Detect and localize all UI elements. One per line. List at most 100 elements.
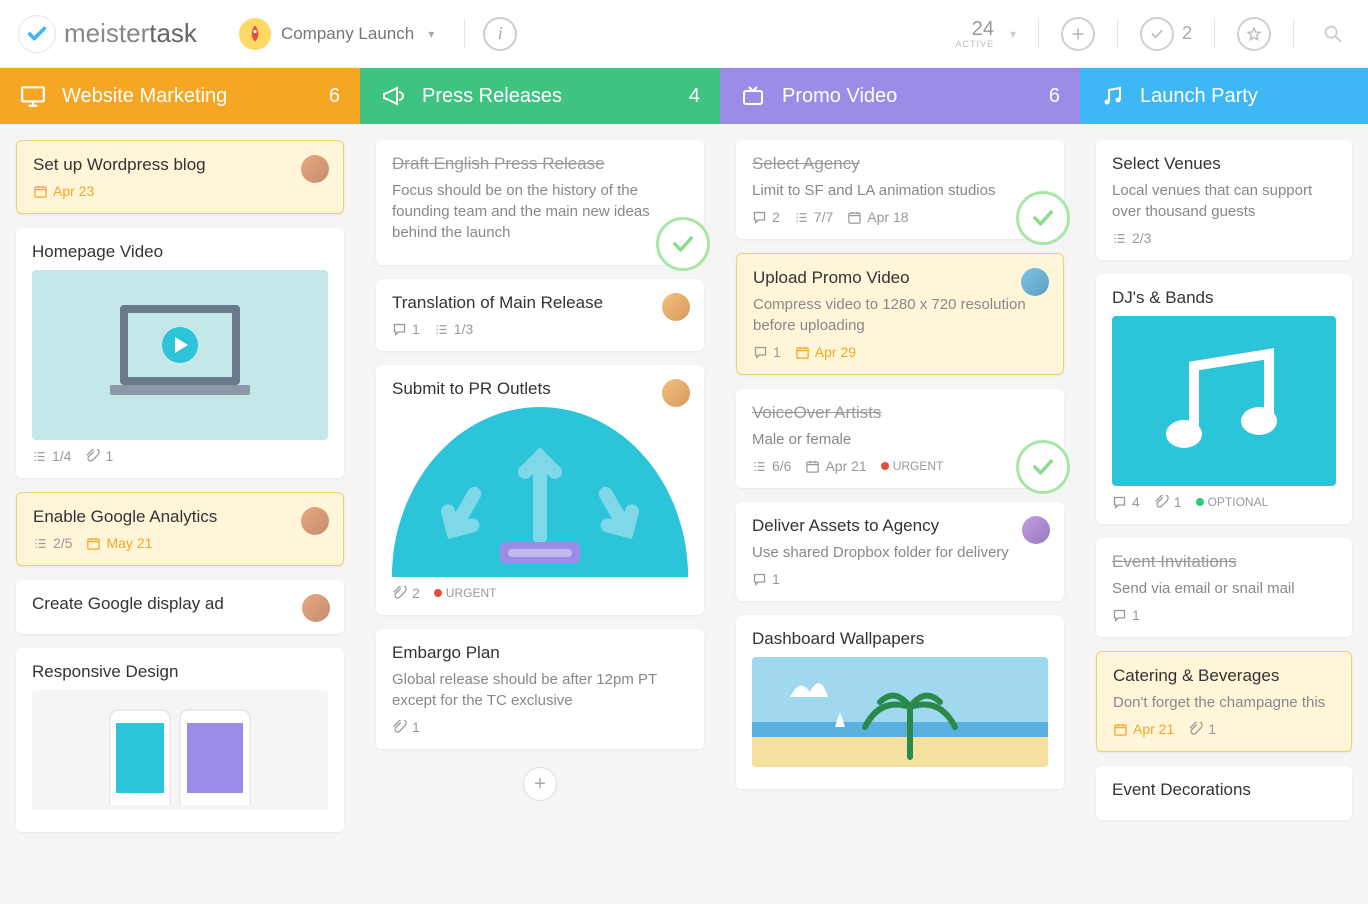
comments-count: 4 (1112, 494, 1140, 510)
card-title: Create Google display ad (32, 594, 328, 614)
due-date: Apr 18 (847, 209, 908, 225)
column-header[interactable]: Promo Video 6 (720, 68, 1080, 124)
card-description: Don't forget the champagne this (1113, 692, 1335, 713)
column-promo-video: Promo Video 6 Select Agency Limit to SF and… (720, 68, 1080, 904)
divider (1038, 19, 1039, 49)
task-card[interactable]: Deliver Assets to Agency Use shared Dropb… (736, 502, 1064, 601)
card-title: Upload Promo Video (753, 268, 1047, 288)
attachments-count: 1 (1188, 721, 1216, 737)
active-tasks-indicator[interactable]: 24 ACTIVE (955, 19, 994, 49)
project-selector[interactable]: Company Launch ▾ (227, 12, 446, 56)
star-button[interactable] (1237, 17, 1271, 51)
column-body: Set up Wordpress blog Apr 23 Homepage Vid… (0, 124, 360, 848)
column-body: Draft English Press Release Focus should … (360, 124, 720, 821)
column-header[interactable]: Website Marketing6 (0, 68, 360, 124)
card-title: Deliver Assets to Agency (752, 516, 1048, 536)
card-title: Catering & Beverages (1113, 666, 1335, 686)
music-icon (1100, 84, 1124, 108)
assignee-avatar[interactable] (302, 594, 330, 622)
column-body: Select VenuesLocal venues that can suppo… (1080, 124, 1368, 836)
card-title: Homepage Video (32, 242, 328, 262)
task-card[interactable]: Dashboard Wallpapers (736, 615, 1064, 789)
checklist-count: 1/3 (434, 321, 473, 337)
assignee-avatar[interactable] (662, 379, 690, 407)
divider (1214, 19, 1215, 49)
check-icon (1140, 17, 1174, 51)
completed-check-icon (1016, 191, 1070, 245)
urgent-badge: URGENT (881, 459, 944, 473)
task-card[interactable]: Event Decorations (1096, 766, 1352, 820)
divider (1293, 19, 1294, 49)
task-card[interactable]: Set up Wordpress blog Apr 23 (16, 140, 344, 214)
project-name: Company Launch (281, 24, 414, 44)
due-date: Apr 23 (33, 183, 94, 199)
due-date: Apr 21 (805, 458, 866, 474)
due-date: Apr 21 (1113, 721, 1174, 737)
column-launch-party: Launch Party Select VenuesLocal venues th… (1080, 68, 1368, 904)
info-button[interactable]: i (483, 17, 517, 51)
column-title: Promo Video (782, 85, 897, 108)
assignee-avatar[interactable] (301, 155, 329, 183)
assignee-avatar[interactable] (1022, 516, 1050, 544)
task-card[interactable]: Event Invitations Send via email or snail… (1096, 538, 1352, 637)
card-title: Select Agency (752, 154, 1048, 174)
logo[interactable]: meistertask (18, 15, 197, 53)
comments-count: 1 (752, 571, 780, 587)
task-card[interactable]: Upload Promo VideoCompress video to 1280… (736, 253, 1064, 375)
attachments-count: 1 (392, 719, 420, 735)
card-title: Translation of Main Release (392, 293, 688, 313)
assignee-avatar[interactable] (1021, 268, 1049, 296)
megaphone-icon (380, 84, 406, 108)
task-card[interactable]: Responsive Design (16, 648, 344, 832)
divider (464, 19, 465, 49)
optional-badge: OPTIONAL (1196, 495, 1269, 509)
column-title: Press Releases (422, 85, 562, 108)
chevron-down-icon: ▾ (428, 27, 434, 41)
assignee-avatar[interactable] (301, 507, 329, 535)
task-card[interactable]: Draft English Press Release Focus should … (376, 140, 704, 265)
chevron-down-icon: ▾ (1010, 27, 1016, 41)
logo-check-icon (18, 15, 56, 53)
search-button[interactable] (1316, 17, 1350, 51)
assignee-avatar[interactable] (662, 293, 690, 321)
task-card[interactable]: Create Google display ad (16, 580, 344, 634)
card-title: Responsive Design (32, 662, 328, 682)
task-card[interactable]: Submit to PR Outlets 2URGENT (376, 365, 704, 615)
due-date: May 21 (86, 535, 152, 551)
card-title: Dashboard Wallpapers (752, 629, 1048, 649)
comments-count: 1 (753, 344, 781, 360)
divider (1117, 19, 1118, 49)
attachments-count: 1 (1154, 494, 1182, 510)
card-title: Event Invitations (1112, 552, 1336, 572)
task-card[interactable]: Catering & Beverages Don't forget the cha… (1096, 651, 1352, 752)
card-description: Use shared Dropbox folder for delivery (752, 542, 1048, 563)
kanban-board: Website Marketing6Set up Wordpress blog … (0, 68, 1368, 904)
task-card[interactable]: Select Agency Limit to SF and LA animatio… (736, 140, 1064, 239)
card-title: Enable Google Analytics (33, 507, 327, 527)
task-card[interactable]: Enable Google Analytics 2/5 May 21 (16, 492, 344, 566)
completed-count[interactable]: 2 (1140, 17, 1192, 51)
column-website-marketing: Website Marketing6Set up Wordpress blog … (0, 68, 360, 904)
card-title: Event Decorations (1112, 780, 1336, 800)
add-button[interactable] (1061, 17, 1095, 51)
comments-count: 1 (1112, 607, 1140, 623)
task-card[interactable]: Select VenuesLocal venues that can suppo… (1096, 140, 1352, 260)
card-title: Draft English Press Release (392, 154, 688, 174)
column-header[interactable]: Launch Party (1080, 68, 1368, 124)
card-description: Focus should be on the history of the fo… (392, 180, 688, 243)
card-description: Local venues that can support over thous… (1112, 180, 1336, 222)
app-header: meistertask Company Launch ▾ i 24 ACTIVE… (0, 0, 1368, 68)
add-card-button[interactable]: + (523, 767, 557, 801)
task-card[interactable]: VoiceOver ArtistsMale or female 6/6 Apr … (736, 389, 1064, 488)
card-title: DJ's & Bands (1112, 288, 1336, 308)
column-count: 6 (1049, 85, 1060, 108)
card-description: Limit to SF and LA animation studios (752, 180, 1048, 201)
column-header[interactable]: Press Releases4 (360, 68, 720, 124)
task-card[interactable]: Translation of Main Release 1 1/3 (376, 279, 704, 351)
task-card[interactable]: Embargo PlanGlobal release should be aft… (376, 629, 704, 749)
card-description: Send via email or snail mail (1112, 578, 1336, 599)
task-card[interactable]: DJ's & Bands 4 1 OPTIONAL (1096, 274, 1352, 524)
attachments-count: 2 (392, 585, 420, 601)
column-count: 6 (329, 85, 340, 108)
task-card[interactable]: Homepage Video 1/4 1 (16, 228, 344, 478)
